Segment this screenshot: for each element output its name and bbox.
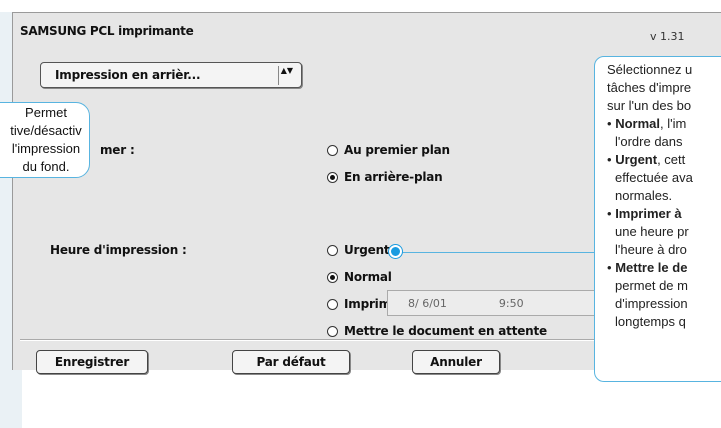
callout-intro-line: tâches d'impre xyxy=(607,80,692,95)
radio-off-icon xyxy=(327,325,338,337)
callout-left-line: Permet xyxy=(25,105,67,120)
bullet: • xyxy=(607,206,612,221)
bullet: • xyxy=(607,152,612,167)
callout-left: Permet tive/désactiv l'impression du fon… xyxy=(0,102,90,178)
callout-term: Mettre le de xyxy=(615,260,688,275)
print-at-datetime-field[interactable]: 8/ 6/01 9:50 xyxy=(387,290,617,316)
callout-line: permet de m xyxy=(615,278,688,293)
radio-label: Urgent xyxy=(344,243,390,257)
callout-line: l'heure à dro xyxy=(615,242,687,257)
popup-label: Impression en arrièr... xyxy=(55,68,201,82)
radio-label: Mettre le document en attente xyxy=(344,324,547,338)
radio-off-icon xyxy=(327,144,338,156)
radio-normal[interactable]: Normal xyxy=(327,270,392,284)
radio-on-icon xyxy=(327,271,338,283)
window-title: SAMSUNG PCL imprimante xyxy=(20,24,194,38)
callout-left-line: tive/désactiv xyxy=(10,123,82,138)
radio-on-icon xyxy=(327,171,338,183)
default-button[interactable]: Par défaut xyxy=(232,350,350,374)
radio-urgent[interactable]: Urgent xyxy=(327,243,390,257)
updown-arrows-icon: ▲▼ xyxy=(278,66,293,85)
radio-foreground[interactable]: Au premier plan xyxy=(327,143,450,157)
print-time-label: Heure d'impression : xyxy=(50,243,187,257)
callout-line: longtemps q xyxy=(615,314,686,329)
panel-popup-menu[interactable]: Impression en arrièr... ▲▼ xyxy=(40,62,302,88)
callout-item-print-at: • Imprimer à xyxy=(607,205,721,223)
callout-term: Urgent xyxy=(615,152,658,167)
bullet: • xyxy=(607,116,612,131)
callout-term: Normal xyxy=(615,116,660,131)
radio-label: En arrière-plan xyxy=(344,170,443,184)
callout-intro-line: sur l'un des bo xyxy=(607,98,692,113)
callout-line: une heure pr xyxy=(615,224,689,239)
callout-rest: , cett xyxy=(657,152,686,167)
cancel-button[interactable]: Annuler xyxy=(412,350,500,374)
radio-hold-document[interactable]: Mettre le document en attente xyxy=(327,324,547,338)
callout-item-hold: • Mettre le de xyxy=(607,259,721,277)
callout-line: effectuée ava xyxy=(615,170,693,185)
bullet: • xyxy=(607,260,612,275)
callout-left-line: l'impression xyxy=(11,141,81,156)
print-mode-label: mer : xyxy=(100,143,135,157)
callout-term: Imprimer à xyxy=(615,206,682,221)
callout-line: l'ordre dans xyxy=(615,134,683,149)
callout-rest: , l'im xyxy=(659,116,687,131)
callout-right: Sélectionnez u tâches d'impre sur l'un d… xyxy=(594,56,721,382)
save-button[interactable]: Enregistrer xyxy=(36,350,148,374)
callout-line: d'impression xyxy=(615,296,688,311)
radio-off-icon xyxy=(327,298,338,310)
callout-item-normal: • Normal, l'im xyxy=(607,115,721,133)
callout-leader-line xyxy=(398,252,594,253)
radio-label: Au premier plan xyxy=(344,143,450,157)
time-value: 9:50 xyxy=(498,296,524,310)
date-value: 8/ 6/01 xyxy=(408,296,447,310)
radio-label: Normal xyxy=(344,270,392,284)
radio-off-icon xyxy=(327,244,338,256)
callout-pointer-dot-icon xyxy=(389,245,402,258)
callout-intro-line: Sélectionnez u xyxy=(607,62,693,77)
callout-item-urgent: • Urgent, cett xyxy=(607,151,721,169)
version-label: v 1.31 xyxy=(650,30,685,43)
callout-line: normales. xyxy=(615,188,673,203)
radio-background[interactable]: En arrière-plan xyxy=(327,170,443,184)
callout-left-line: du fond. xyxy=(22,159,70,174)
